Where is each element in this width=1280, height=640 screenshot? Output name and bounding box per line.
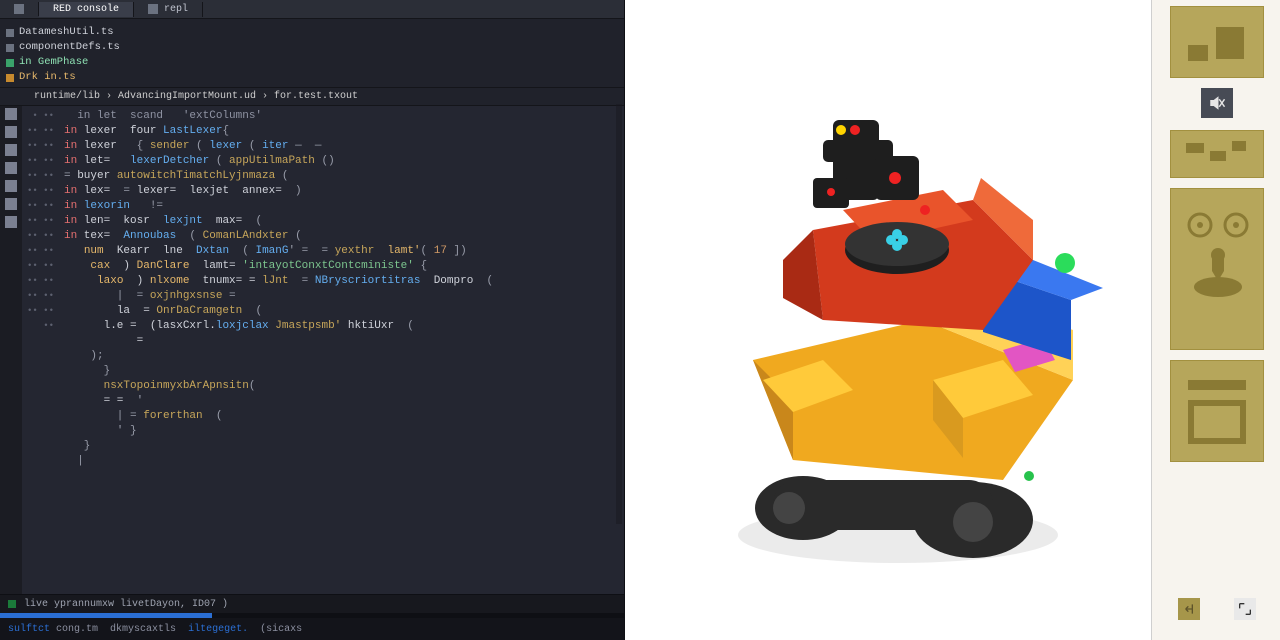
console-text: live yprannumxw livetDayon, ID07 ): [24, 599, 228, 610]
expand-icon[interactable]: [1234, 598, 1256, 620]
tree-item[interactable]: in GemPhase: [6, 55, 618, 70]
gallery-strip: [1152, 0, 1280, 640]
preview-render[interactable]: [673, 60, 1103, 580]
tab-label: repl: [164, 4, 188, 15]
tab-handle-icon[interactable]: [0, 2, 39, 16]
code-body[interactable]: in let scand 'extColumns'in lexer four L…: [58, 106, 624, 594]
tab-main[interactable]: RED console: [39, 2, 134, 17]
rail-icon[interactable]: [5, 198, 17, 210]
file-icon: [6, 44, 14, 52]
activity-bar: [0, 106, 22, 594]
status-left: sulftct sulftct cong.tm dkmyscaxtls ilte…: [8, 624, 302, 635]
rail-icon[interactable]: [5, 108, 17, 120]
preview-pane: [624, 0, 1152, 640]
rail-icon[interactable]: [5, 126, 17, 138]
editor-tabstrip: RED console repl: [0, 0, 624, 19]
rail-icon[interactable]: [5, 162, 17, 174]
run-status-icon: [8, 600, 16, 608]
tree-item[interactable]: Drk in.ts: [6, 70, 618, 85]
rail-icon[interactable]: [5, 216, 17, 228]
tab-secondary[interactable]: repl: [134, 2, 203, 17]
gallery-thumb[interactable]: [1170, 360, 1264, 462]
breadcrumb[interactable]: runtime/lib › AdvancingImportMount.ud › …: [0, 87, 624, 106]
gallery-thumb[interactable]: [1170, 188, 1264, 350]
mute-icon[interactable]: [1201, 88, 1233, 118]
minimap[interactable]: [616, 106, 622, 524]
file-icon: [6, 74, 14, 82]
file-icon: [6, 59, 14, 67]
file-tree: DatameshUtil.ts componentDefs.ts in GemP…: [0, 19, 624, 87]
code-editor-pane: RED console repl DatameshUtil.ts compone…: [0, 0, 624, 640]
console-bar[interactable]: live yprannumxw livetDayon, ID07 ): [0, 594, 624, 613]
file-icon: [6, 29, 14, 37]
gallery-thumb[interactable]: [1170, 130, 1264, 178]
share-icon[interactable]: [1178, 598, 1200, 620]
rail-icon[interactable]: [5, 144, 17, 156]
rail-icon[interactable]: [5, 180, 17, 192]
tree-item[interactable]: DatameshUtil.ts: [6, 25, 618, 40]
gallery-thumb[interactable]: [1170, 6, 1264, 78]
status-bar: sulftct sulftct cong.tm dkmyscaxtls ilte…: [0, 618, 624, 640]
tree-item[interactable]: componentDefs.ts: [6, 40, 618, 55]
tab-label: RED console: [53, 4, 119, 15]
line-gutter: • •• •• •• •• •• •• •• •• •• •• •• •• ••…: [22, 106, 58, 594]
